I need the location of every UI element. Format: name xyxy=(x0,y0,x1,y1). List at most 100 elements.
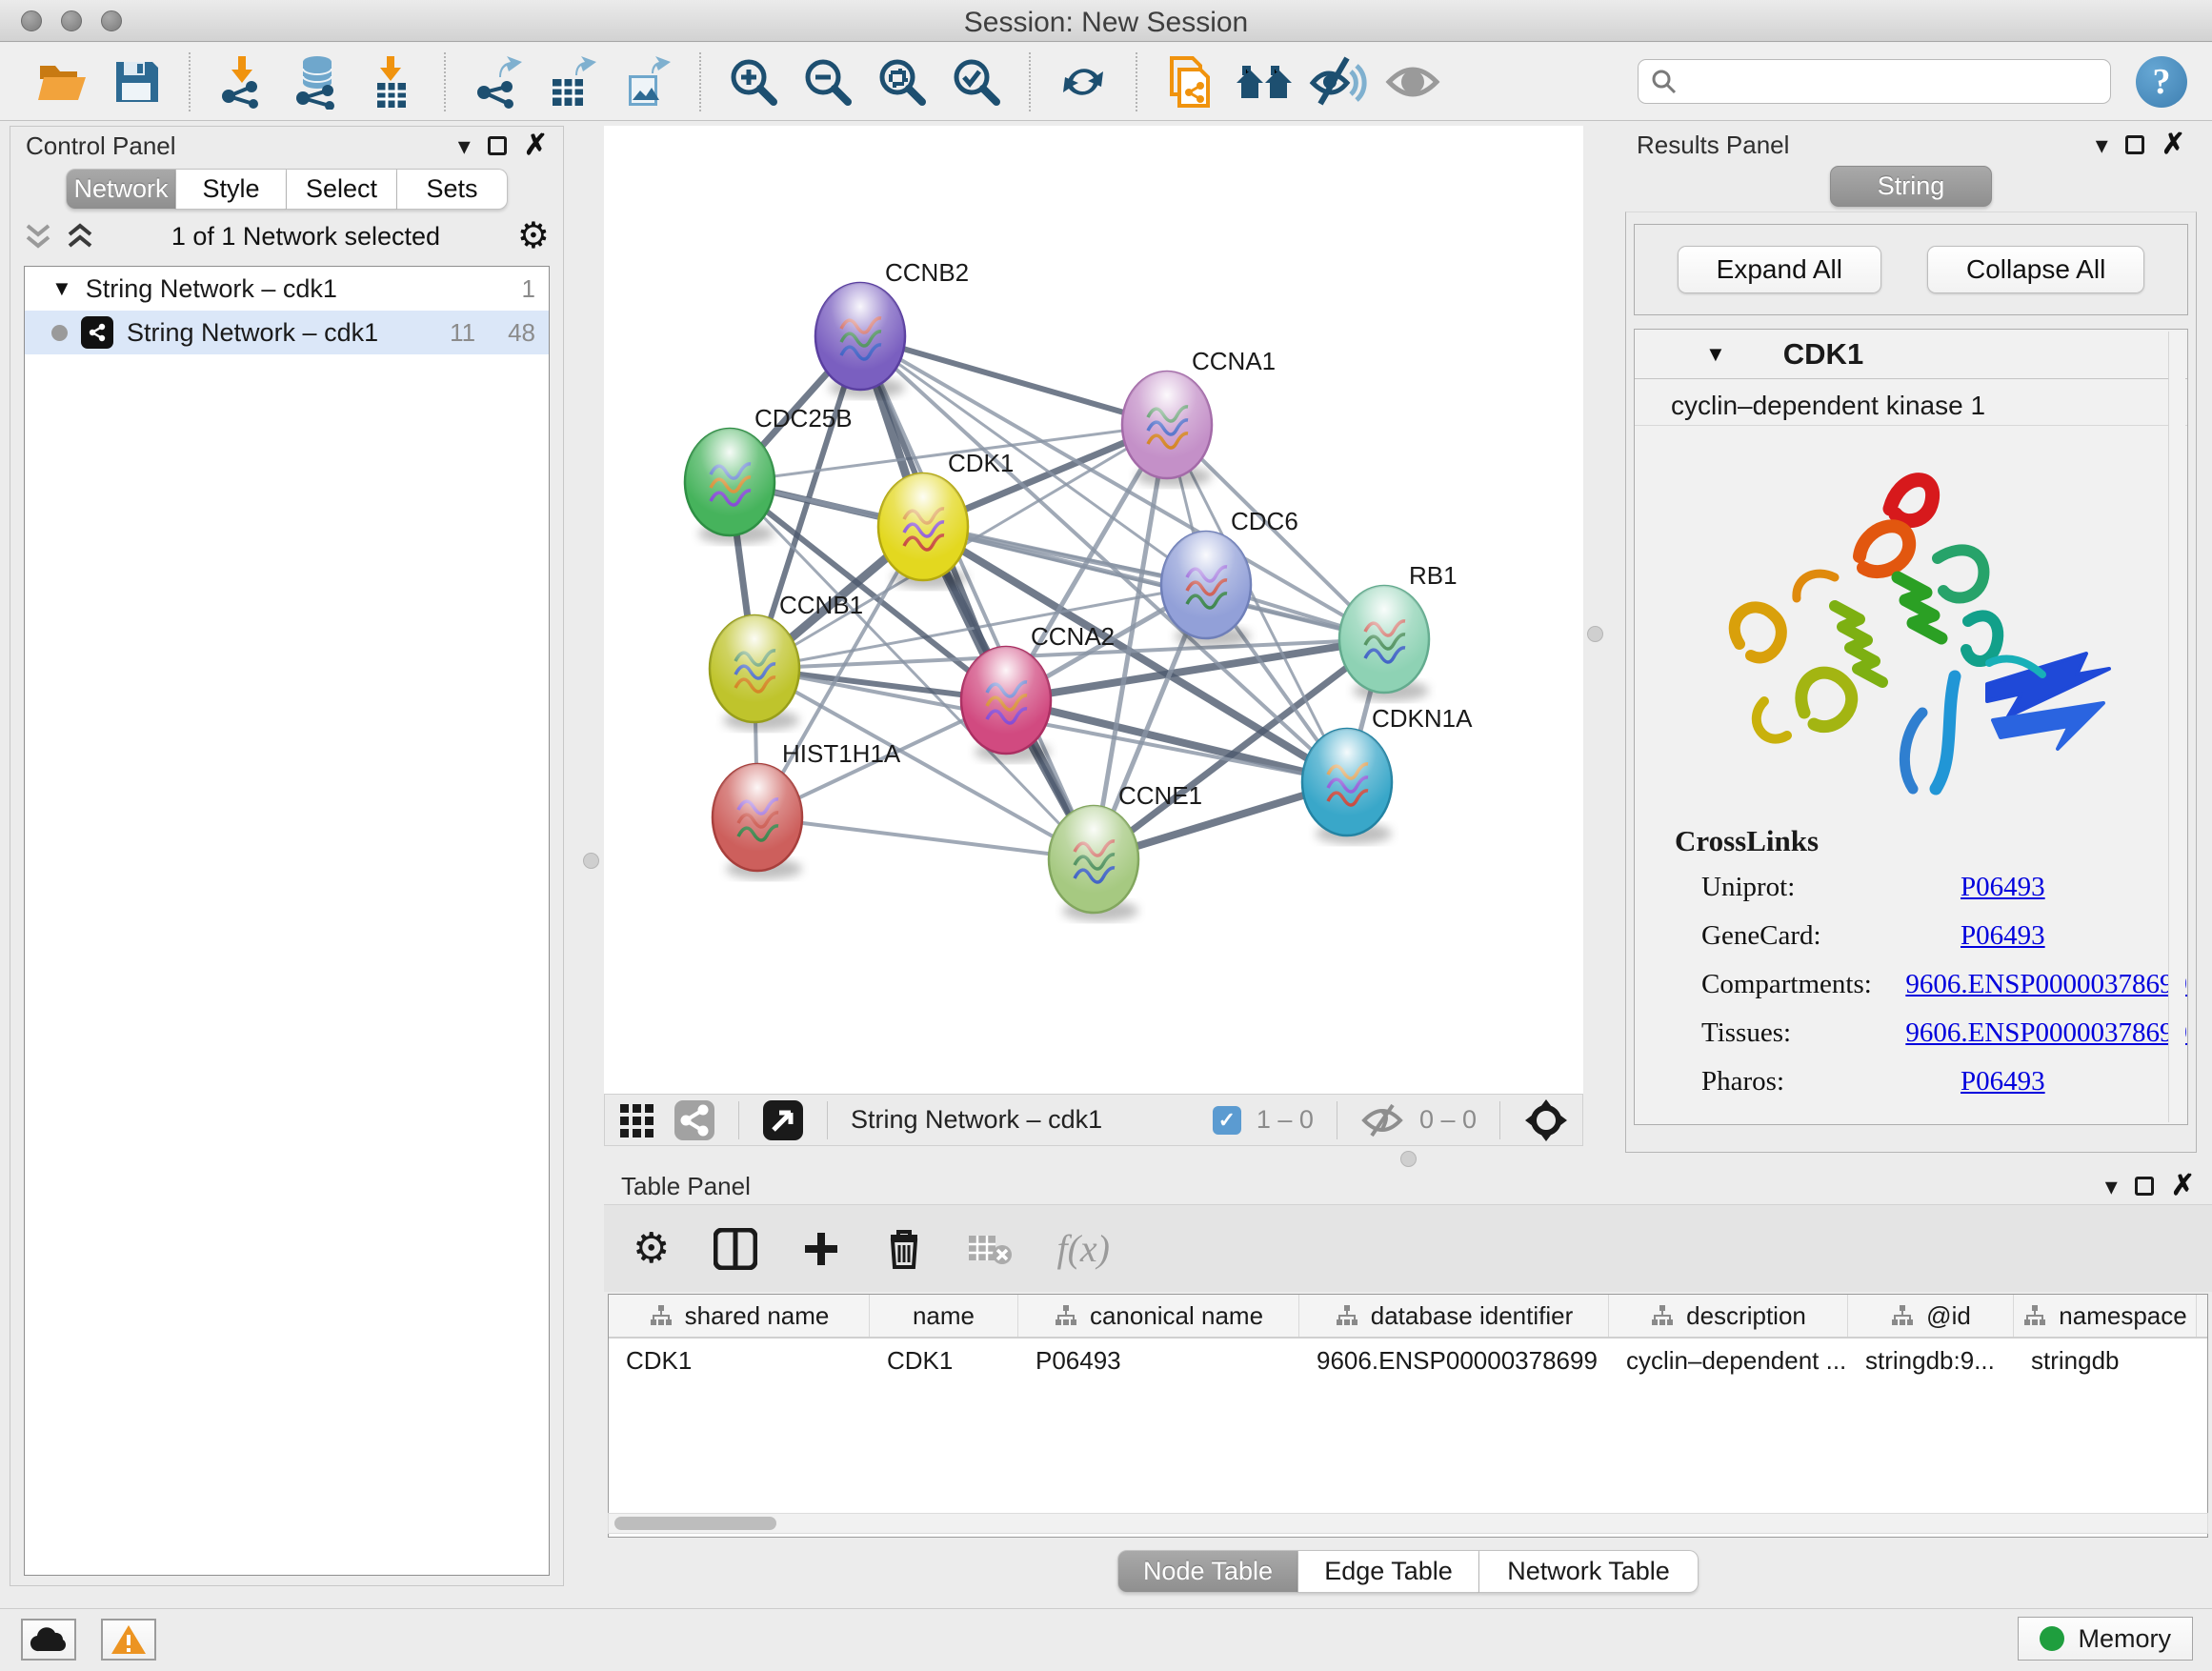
table-cell[interactable]: stringdb xyxy=(2014,1339,2197,1382)
network-node-CCNB2[interactable]: CCNB2 xyxy=(815,258,969,398)
crosslink-link[interactable]: P06493 xyxy=(1961,1066,2045,1097)
memory-button[interactable]: Memory xyxy=(2018,1617,2193,1661)
collapse-all-button[interactable]: Collapse All xyxy=(1927,246,2144,293)
open-file-icon[interactable] xyxy=(31,51,92,112)
table-cell[interactable]: CDK1 xyxy=(870,1339,1018,1382)
add-column-icon[interactable] xyxy=(801,1229,841,1269)
control-panel-float-icon[interactable] xyxy=(488,136,507,155)
network-row[interactable]: String Network – cdk1 11 48 xyxy=(25,311,549,354)
table-horizontal-scrollbar[interactable] xyxy=(608,1513,2208,1534)
save-session-icon[interactable] xyxy=(106,51,167,112)
tab-network[interactable]: Network xyxy=(66,169,176,210)
import-network-file-icon[interactable] xyxy=(212,51,273,112)
zoom-fit-icon[interactable] xyxy=(872,51,933,112)
tab-style[interactable]: Style xyxy=(176,169,287,210)
network-view-canvas[interactable]: CCNB2CCNA1CDC25BCDK1CDC6RB1CCNB1CCNA2CDK… xyxy=(604,126,1583,1094)
collapse-all-icon[interactable] xyxy=(24,220,52,252)
results-panel-menu-icon[interactable]: ▾ xyxy=(2096,131,2108,160)
tab-string[interactable]: String xyxy=(1830,166,1992,207)
grid-view-icon[interactable] xyxy=(618,1100,658,1140)
node-table-header: shared namenamecanonical namedatabase id… xyxy=(609,1295,2207,1339)
crosslink-link[interactable]: 9606.ENSP00000378699 xyxy=(1905,969,2187,1000)
export-table-icon[interactable] xyxy=(542,51,603,112)
eye-icon[interactable] xyxy=(1382,51,1443,112)
tab-network-table[interactable]: Network Table xyxy=(1479,1550,1699,1593)
hidden-items-eye-icon[interactable] xyxy=(1360,1102,1404,1138)
network-edge-HIST1H1A-CCNE1[interactable] xyxy=(757,817,1094,859)
network-node-CCNA1[interactable]: CCNA1 xyxy=(1122,347,1276,487)
network-node-CDKN1A[interactable]: CDKN1A xyxy=(1302,704,1473,844)
column-header-@id[interactable]: @id xyxy=(1848,1295,2014,1337)
gene-card-expander-icon[interactable]: ▼ xyxy=(1705,342,1726,367)
network-badge-icon[interactable] xyxy=(674,1099,715,1141)
show-hide-icon[interactable] xyxy=(1308,51,1369,112)
table-cell[interactable]: 9606.ENSP00000378699 xyxy=(1299,1339,1609,1382)
import-table-file-icon[interactable] xyxy=(361,51,422,112)
zoom-out-icon[interactable] xyxy=(797,51,858,112)
table-panel-menu-icon[interactable]: ▾ xyxy=(2105,1172,2118,1201)
string-home-icon[interactable] xyxy=(1234,51,1295,112)
selected-items-checkbox-icon[interactable]: ✓ xyxy=(1213,1106,1241,1135)
network-collection-row[interactable]: ▼ String Network – cdk1 1 xyxy=(25,267,549,311)
cloud-status-button[interactable] xyxy=(21,1619,76,1661)
crosslink-link[interactable]: P06493 xyxy=(1961,920,2045,952)
tab-node-table[interactable]: Node Table xyxy=(1117,1550,1298,1593)
results-panel-float-icon[interactable] xyxy=(2125,135,2144,154)
network-edge-CCNB2-CCNE1[interactable] xyxy=(860,336,1094,859)
delete-column-icon[interactable] xyxy=(885,1227,923,1271)
export-image-icon[interactable] xyxy=(616,51,677,112)
apply-layout-icon[interactable] xyxy=(1053,51,1114,112)
zoom-in-icon[interactable] xyxy=(723,51,784,112)
crosslink-label: Pharos: xyxy=(1675,1066,1961,1097)
column-header-shared-name[interactable]: shared name xyxy=(609,1295,870,1337)
tab-edge-table[interactable]: Edge Table xyxy=(1298,1550,1479,1593)
results-scrollbar[interactable] xyxy=(2168,332,2185,1122)
left-splitter-handle[interactable] xyxy=(583,853,599,869)
column-header-description[interactable]: description xyxy=(1609,1295,1848,1337)
collection-expander-icon[interactable]: ▼ xyxy=(51,276,72,301)
control-panel-menu-icon[interactable]: ▾ xyxy=(458,131,471,161)
export-network-icon[interactable] xyxy=(468,51,529,112)
results-panel-close-icon[interactable]: ✗ xyxy=(2162,131,2185,159)
table-cell[interactable]: stringdb:9... xyxy=(1848,1339,2014,1382)
help-button[interactable]: ? xyxy=(2136,56,2187,108)
column-header-namespace[interactable]: namespace xyxy=(2014,1295,2197,1337)
column-header-database-identifier[interactable]: database identifier xyxy=(1299,1295,1609,1337)
table-row[interactable]: CDK1CDK1P064939606.ENSP00000378699cyclin… xyxy=(609,1339,2207,1382)
table-cell[interactable]: CDK1 xyxy=(609,1339,870,1382)
expand-all-button[interactable]: Expand All xyxy=(1678,246,1881,293)
network-node-HIST1H1A[interactable]: HIST1H1A xyxy=(713,739,901,879)
selected-count: 1 – 0 xyxy=(1257,1105,1314,1135)
network-node-CCNB1[interactable]: CCNB1 xyxy=(710,591,863,731)
crosslink-link[interactable]: P06493 xyxy=(1961,872,2045,903)
control-panel-close-icon[interactable]: ✗ xyxy=(524,131,548,160)
table-cell[interactable]: cyclin–dependent ... xyxy=(1609,1339,1848,1382)
column-header-name[interactable]: name xyxy=(870,1295,1018,1337)
table-settings-gear-icon[interactable]: ⚙ xyxy=(633,1228,670,1270)
zoom-selected-icon[interactable] xyxy=(946,51,1007,112)
network-node-CCNE1[interactable]: CCNE1 xyxy=(1049,781,1202,921)
crosslink-link[interactable]: 9606.ENSP00000378699 xyxy=(1905,1017,2187,1049)
detach-view-icon[interactable] xyxy=(762,1099,804,1141)
column-header-canonical-name[interactable]: canonical name xyxy=(1018,1295,1299,1337)
expand-all-icon[interactable] xyxy=(66,220,94,252)
show-columns-icon[interactable] xyxy=(714,1228,757,1270)
tab-select[interactable]: Select xyxy=(287,169,397,210)
table-panel-float-icon[interactable] xyxy=(2135,1177,2154,1196)
import-network-database-icon[interactable] xyxy=(287,51,348,112)
table-panel-close-icon[interactable]: ✗ xyxy=(2171,1172,2195,1200)
bottom-splitter-handle[interactable] xyxy=(1400,1151,1417,1167)
right-splitter-handle[interactable] xyxy=(1587,626,1603,642)
table-cell[interactable]: P06493 xyxy=(1018,1339,1299,1382)
network-node-RB1[interactable]: RB1 xyxy=(1339,561,1458,701)
scrollbar-thumb[interactable] xyxy=(614,1517,776,1530)
warnings-button[interactable] xyxy=(101,1619,156,1661)
network-graph[interactable]: CCNB2CCNA1CDC25BCDK1CDC6RB1CCNB1CCNA2CDK… xyxy=(604,126,1583,1094)
network-options-gear-icon[interactable]: ⚙ xyxy=(517,218,550,254)
birds-eye-toggle-icon[interactable] xyxy=(1523,1097,1569,1143)
share-session-icon[interactable] xyxy=(1159,51,1220,112)
search-input[interactable] xyxy=(1679,67,2099,96)
control-panel-title: Control Panel xyxy=(26,131,176,161)
tab-sets[interactable]: Sets xyxy=(397,169,508,210)
toolbar-search[interactable] xyxy=(1638,59,2111,104)
